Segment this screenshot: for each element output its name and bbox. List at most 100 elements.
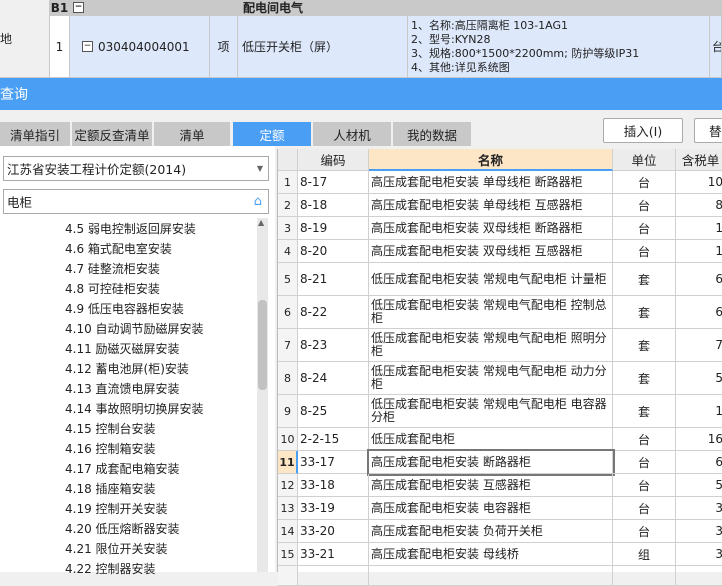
bill-code-cell[interactable]: −030404004001	[70, 16, 210, 78]
table-row-partial	[369, 566, 613, 586]
tree-item[interactable]: 4.11 励磁灭磁屏安装	[65, 339, 180, 359]
quota-unit: 台	[613, 171, 676, 194]
header-code[interactable]: 编码	[298, 149, 369, 171]
quota-name[interactable]: 低压成套配电柜安装 常规电气配电柜 控制总柜	[369, 296, 613, 329]
quota-code[interactable]: 33-21	[298, 543, 369, 566]
chevron-down-icon[interactable]: ▼	[257, 164, 263, 173]
quota-price: 1	[676, 217, 722, 240]
quota-unit: 套	[613, 329, 676, 362]
quota-code[interactable]: 8-22	[298, 296, 369, 329]
quota-name[interactable]: 低压成套配电柜安装 常规电气配电柜 动力分柜	[369, 362, 613, 395]
quota-code[interactable]: 8-18	[298, 194, 369, 217]
tree-item[interactable]: 4.12 蓄电池屏(柜)安装	[65, 359, 189, 379]
quota-name[interactable]: 低压成套配电柜安装 常规电气配电柜 电容器分柜	[369, 395, 613, 428]
quota-code[interactable]: 33-18	[298, 474, 369, 497]
quota-select[interactable]: 江苏省安装工程计价定额(2014) ▼	[3, 156, 269, 181]
replace-button[interactable]: 替	[694, 118, 722, 143]
tree-item[interactable]: 4.7 硅整流柜安装	[65, 259, 160, 279]
quota-name[interactable]: 高压成套配电柜安装 单母线柜 互感器柜	[369, 194, 613, 217]
table-row-partial	[278, 566, 298, 586]
tree-item[interactable]: 4.17 成套配电箱安装	[65, 459, 180, 479]
quota-name[interactable]: 高压成套配电柜安装 双母线柜 互感器柜	[369, 240, 613, 263]
quota-code[interactable]: 8-25	[298, 395, 369, 428]
quota-code[interactable]: 33-19	[298, 497, 369, 520]
quota-name[interactable]: 高压成套配电柜安装 双母线柜 断路器柜	[369, 217, 613, 240]
scrollbar-thumb[interactable]	[258, 300, 267, 390]
tree-scrollbar[interactable]: ▲	[257, 218, 268, 572]
tree-item[interactable]: 4.10 自动调节励磁屏安装	[65, 319, 204, 339]
tree-item[interactable]: 4.19 控制开关安装	[65, 499, 168, 519]
quota-name[interactable]: 高压成套配电柜安装 互感器柜	[369, 474, 613, 497]
quota-code[interactable]: 8-17	[298, 171, 369, 194]
tab-bill[interactable]: 清单	[154, 122, 230, 146]
insert-button[interactable]: 插入(I)	[603, 118, 683, 143]
desc-line: 4、其他:详见系统图	[411, 60, 510, 74]
header-unit[interactable]: 单位	[613, 149, 676, 171]
quota-select-value: 江苏省安装工程计价定额(2014)	[7, 162, 187, 177]
panel-title-text: 查询	[0, 87, 28, 103]
tree-item[interactable]: 4.13 直流馈电屏安装	[65, 379, 180, 399]
tree-item[interactable]: 4.22 控制器安装	[65, 559, 156, 579]
tree-item[interactable]: 4.9 低压电容器柜安装	[65, 299, 184, 319]
search-input[interactable]: 电柜 ⌂	[3, 189, 269, 214]
clear-brush-icon[interactable]: ⌂	[254, 194, 262, 209]
quota-unit: 台	[613, 497, 676, 520]
quota-unit: 套	[613, 395, 676, 428]
row-number: 14	[278, 520, 298, 543]
header-price[interactable]: 含税单	[676, 149, 722, 171]
quota-code[interactable]: 8-19	[298, 217, 369, 240]
tree-item[interactable]: 4.21 限位开关安装	[65, 539, 168, 559]
tree-item[interactable]: 4.8 可控硅柜安装	[65, 279, 160, 299]
row-number: 7	[278, 329, 298, 362]
tree-item[interactable]: 4.14 事故照明切换屏安装	[65, 399, 204, 419]
bill-name[interactable]: 低压开关柜（屏）	[238, 16, 408, 78]
quota-price: 8	[676, 194, 722, 217]
quota-unit: 台	[613, 240, 676, 263]
collapse-icon[interactable]: −	[82, 41, 93, 52]
quota-unit: 台	[613, 217, 676, 240]
tree-item[interactable]: 4.16 控制箱安装	[65, 439, 156, 459]
row-number: 8	[278, 362, 298, 395]
quota-code[interactable]: 2-2-15	[298, 428, 369, 451]
tab-materials[interactable]: 人材机	[313, 122, 391, 146]
quota-name[interactable]: 高压成套配电柜安装 单母线柜 断路器柜	[369, 171, 613, 194]
quota-code[interactable]: 8-23	[298, 329, 369, 362]
quota-name[interactable]: 高压成套配电柜安装 电容器柜	[369, 497, 613, 520]
side-label-text: 地	[0, 32, 13, 46]
quota-name[interactable]: 高压成套配电柜安装 断路器柜	[367, 449, 615, 476]
tree-item[interactable]: 4.5 弱电控制返回屏安装	[65, 219, 196, 239]
bill-description[interactable]: 1、名称:高压隔离柜 103-1AG1 2、型号:KYN28 3、规格:800*…	[408, 16, 710, 78]
row-number: 15	[278, 543, 298, 566]
header-filler	[710, 0, 722, 16]
quota-code[interactable]: 33-17	[298, 451, 369, 474]
tree-item[interactable]: 4.15 控制台安装	[65, 419, 156, 439]
desc-line: 3、规格:800*1500*2200mm; 防护等级IP31	[411, 46, 640, 60]
quota-price: 5	[676, 474, 722, 497]
section-code: B1	[50, 0, 70, 16]
tab-quota[interactable]: 定额	[233, 122, 311, 146]
collapse-icon[interactable]: −	[73, 2, 84, 13]
tab-my-data[interactable]: 我的数据	[393, 122, 471, 146]
tab-bill-guide[interactable]: 清单指引	[0, 122, 70, 146]
tree-item[interactable]: 4.20 低压熔断器安装	[65, 519, 180, 539]
quota-code[interactable]: 8-24	[298, 362, 369, 395]
quota-name[interactable]: 高压成套配电柜安装 母线桥	[369, 543, 613, 566]
quota-price: 3	[676, 497, 722, 520]
tree-item[interactable]: 4.6 箱式配电室安装	[65, 239, 172, 259]
quota-price: 6	[676, 451, 722, 474]
quota-name[interactable]: 高压成套配电柜安装 负荷开关柜	[369, 520, 613, 543]
quota-code[interactable]: 8-21	[298, 263, 369, 296]
scroll-up-icon[interactable]: ▲	[258, 218, 264, 227]
quota-name[interactable]: 低压成套配电柜安装 常规电气配电柜 计量柜	[369, 263, 613, 296]
quota-name[interactable]: 低压成套配电柜	[369, 428, 613, 451]
quota-name[interactable]: 低压成套配电柜安装 常规电气配电柜 照明分柜	[369, 329, 613, 362]
tab-quota-reverse[interactable]: 定额反查清单	[72, 122, 152, 146]
quota-code[interactable]: 8-20	[298, 240, 369, 263]
section-collapse[interactable]: −	[70, 0, 210, 16]
quota-price: 16	[676, 428, 722, 451]
quota-price: 10	[676, 171, 722, 194]
tree-item[interactable]: 4.18 插座箱安装	[65, 479, 156, 499]
quota-code[interactable]: 33-20	[298, 520, 369, 543]
quota-unit: 台	[613, 194, 676, 217]
header-name[interactable]: 名称	[369, 149, 613, 171]
